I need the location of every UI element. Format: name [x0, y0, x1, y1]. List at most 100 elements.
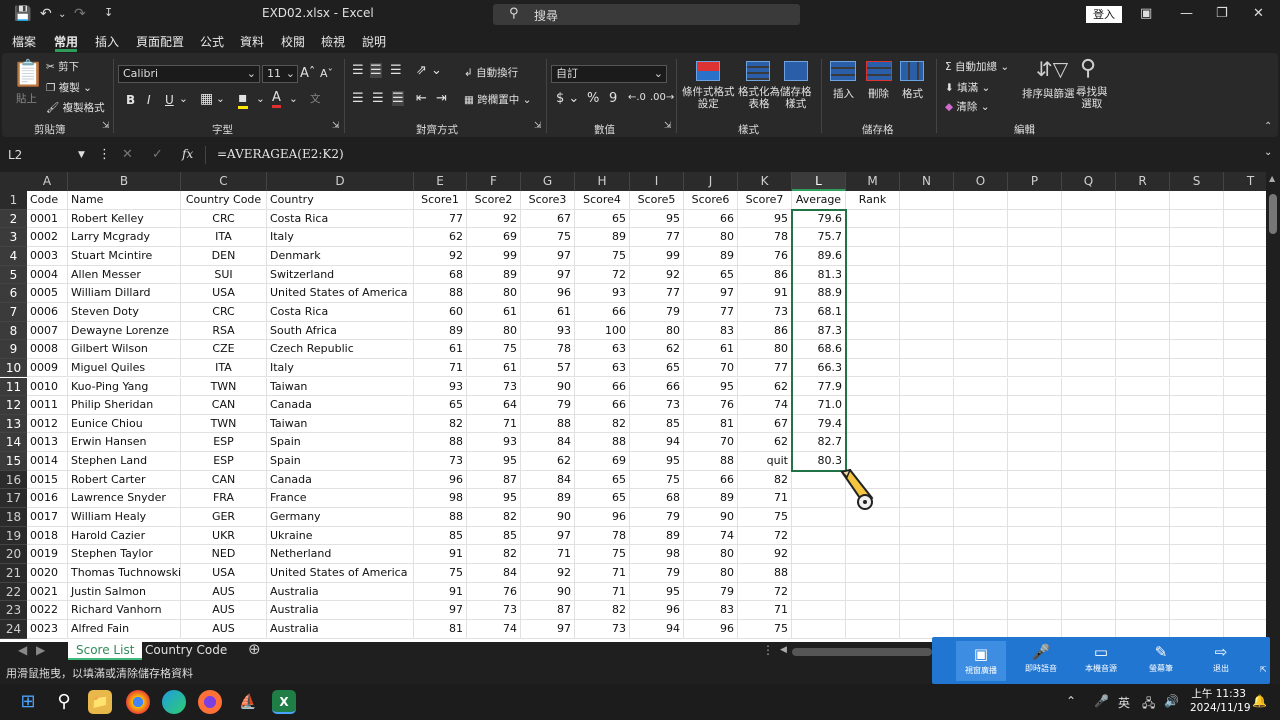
tab-insert[interactable]: 插入 [95, 33, 119, 50]
cell-empty[interactable] [1116, 284, 1170, 303]
bold-button[interactable]: B [126, 93, 135, 107]
cell-score6[interactable]: 80 [684, 228, 738, 247]
header-cell-score5[interactable]: Score5 [630, 191, 684, 210]
cell-name[interactable]: Thomas Tuchnowski [68, 564, 181, 583]
cell-empty[interactable] [1224, 266, 1266, 285]
row-header[interactable]: 17 [0, 489, 27, 509]
prev-sheet-icon[interactable]: ◀ [18, 642, 27, 660]
header-cell-code[interactable]: Code [27, 191, 68, 210]
cell-name[interactable]: Allen Messer [68, 265, 181, 285]
window-broadcast-button[interactable]: ▣ 視窗廣播 [956, 641, 1006, 681]
cell-empty[interactable] [900, 377, 954, 397]
cell-code[interactable]: 0023 [27, 619, 68, 639]
cell-code[interactable]: 0016 [27, 489, 68, 509]
cell-name[interactable]: Dewayne Lorenze [68, 321, 181, 341]
redo-icon[interactable]: ↷ [74, 6, 86, 22]
cell-score4[interactable]: 65 [575, 470, 630, 490]
cell-empty[interactable] [1062, 526, 1116, 546]
column-header-a[interactable]: A [27, 172, 68, 191]
cell-score6[interactable]: 97 [684, 284, 738, 303]
cell-empty[interactable] [900, 209, 954, 229]
cell-empty[interactable] [1170, 228, 1224, 247]
cell-average[interactable] [792, 545, 846, 564]
cell-score5[interactable]: 79 [630, 564, 684, 583]
cell-empty[interactable] [1224, 620, 1266, 639]
column-header-p[interactable]: P [1008, 172, 1062, 191]
cell-score2[interactable]: 93 [467, 433, 521, 453]
cell-score3[interactable]: 79 [521, 396, 575, 415]
merge-center-button[interactable]: ▦ 跨欄置中 ⌄ [464, 92, 531, 107]
cell-empty[interactable] [1170, 508, 1224, 527]
cell-empty[interactable] [1008, 508, 1062, 527]
cell-score5[interactable]: 89 [630, 526, 684, 546]
align-bottom-icon[interactable]: ☰ [390, 63, 402, 78]
row-header[interactable]: 1 [0, 191, 27, 210]
cell-rank[interactable] [846, 564, 900, 583]
cell-score3[interactable]: 84 [521, 470, 575, 490]
font-size-select[interactable]: 11 ⌄ [262, 65, 298, 83]
cell-rank[interactable] [846, 284, 900, 303]
cell-country[interactable]: Australia [267, 582, 414, 602]
cell-score5[interactable]: 92 [630, 265, 684, 285]
cell-code[interactable]: 0002 [27, 228, 68, 247]
cell-empty[interactable] [1008, 302, 1062, 322]
orientation-icon[interactable]: ⇗ ⌄ [416, 63, 442, 78]
column-header-h[interactable]: H [575, 172, 630, 191]
cell-country[interactable]: Costa Rica [267, 302, 414, 322]
cell-empty[interactable] [954, 508, 1008, 527]
close-icon[interactable]: ✕ [1253, 6, 1264, 21]
font-name-select[interactable]: Calibri ⌄ [118, 65, 260, 83]
cell-score2[interactable]: 61 [467, 358, 521, 378]
cell-empty[interactable] [1224, 322, 1266, 341]
cell-code[interactable]: 0008 [27, 340, 68, 359]
tab-home[interactable]: 常用 [54, 33, 78, 50]
scroll-up-icon[interactable]: ▲ [1269, 174, 1275, 183]
cell-styles-button[interactable]: 儲存格 樣式 [780, 86, 812, 110]
cell-country[interactable]: Canada [267, 396, 414, 415]
cell-empty[interactable] [900, 340, 954, 359]
cell-score7[interactable]: 74 [738, 396, 792, 415]
name-box[interactable]: L2 ▼ [2, 144, 88, 166]
align-middle-icon[interactable]: ☰ [370, 63, 382, 78]
undo-icon[interactable]: ↶ [40, 6, 52, 22]
cell-empty[interactable] [1170, 284, 1224, 303]
cell-empty[interactable] [954, 619, 1008, 639]
cell-empty[interactable] [954, 358, 1008, 378]
cell-score1[interactable]: 71 [414, 358, 467, 378]
row-header[interactable]: 22 [0, 582, 27, 602]
ime-indicator[interactable]: 英 [1118, 694, 1130, 711]
cell-score5[interactable]: 95 [630, 452, 684, 471]
restore-icon[interactable]: ❐ [1216, 6, 1228, 21]
cell-name[interactable]: Miguel Quiles [68, 358, 181, 378]
column-header-d[interactable]: D [267, 172, 414, 191]
cell-empty[interactable] [1008, 526, 1062, 546]
cell-empty[interactable] [1170, 526, 1224, 546]
cell-score5[interactable]: 79 [630, 508, 684, 527]
cell-country-code[interactable]: AUS [181, 601, 267, 620]
header-cell-average[interactable]: Average [792, 191, 846, 210]
firefox-icon[interactable] [198, 690, 222, 714]
next-sheet-icon[interactable]: ▶ [36, 642, 45, 660]
cell-empty[interactable] [1116, 209, 1170, 229]
conditional-format-icon[interactable] [696, 61, 720, 81]
cell-empty[interactable] [1008, 414, 1062, 434]
cell-empty[interactable] [1008, 619, 1062, 639]
app-icon[interactable]: ⛵ [236, 690, 260, 714]
cell-empty[interactable] [900, 284, 954, 303]
currency-button[interactable]: $ ⌄ [556, 91, 579, 106]
cell-empty[interactable] [1116, 452, 1170, 471]
sort-filter-icon[interactable]: ⇵▽ [1036, 57, 1068, 81]
cell-empty[interactable] [954, 377, 1008, 397]
cell-name[interactable]: William Dillard [68, 284, 181, 303]
cell-score2[interactable]: 80 [467, 321, 521, 341]
cell-rank[interactable] [846, 265, 900, 285]
cell-score4[interactable]: 71 [575, 582, 630, 602]
scroll-thumb[interactable] [1269, 194, 1277, 234]
insert-cells-button[interactable]: 插入 [833, 86, 854, 101]
cell-empty[interactable] [1170, 396, 1224, 415]
row-header[interactable]: 5 [0, 265, 27, 285]
cell-code[interactable]: 0001 [27, 209, 68, 229]
cell-score4[interactable]: 69 [575, 452, 630, 471]
cell-score7[interactable]: 75 [738, 619, 792, 639]
cell-score7[interactable]: 91 [738, 284, 792, 303]
